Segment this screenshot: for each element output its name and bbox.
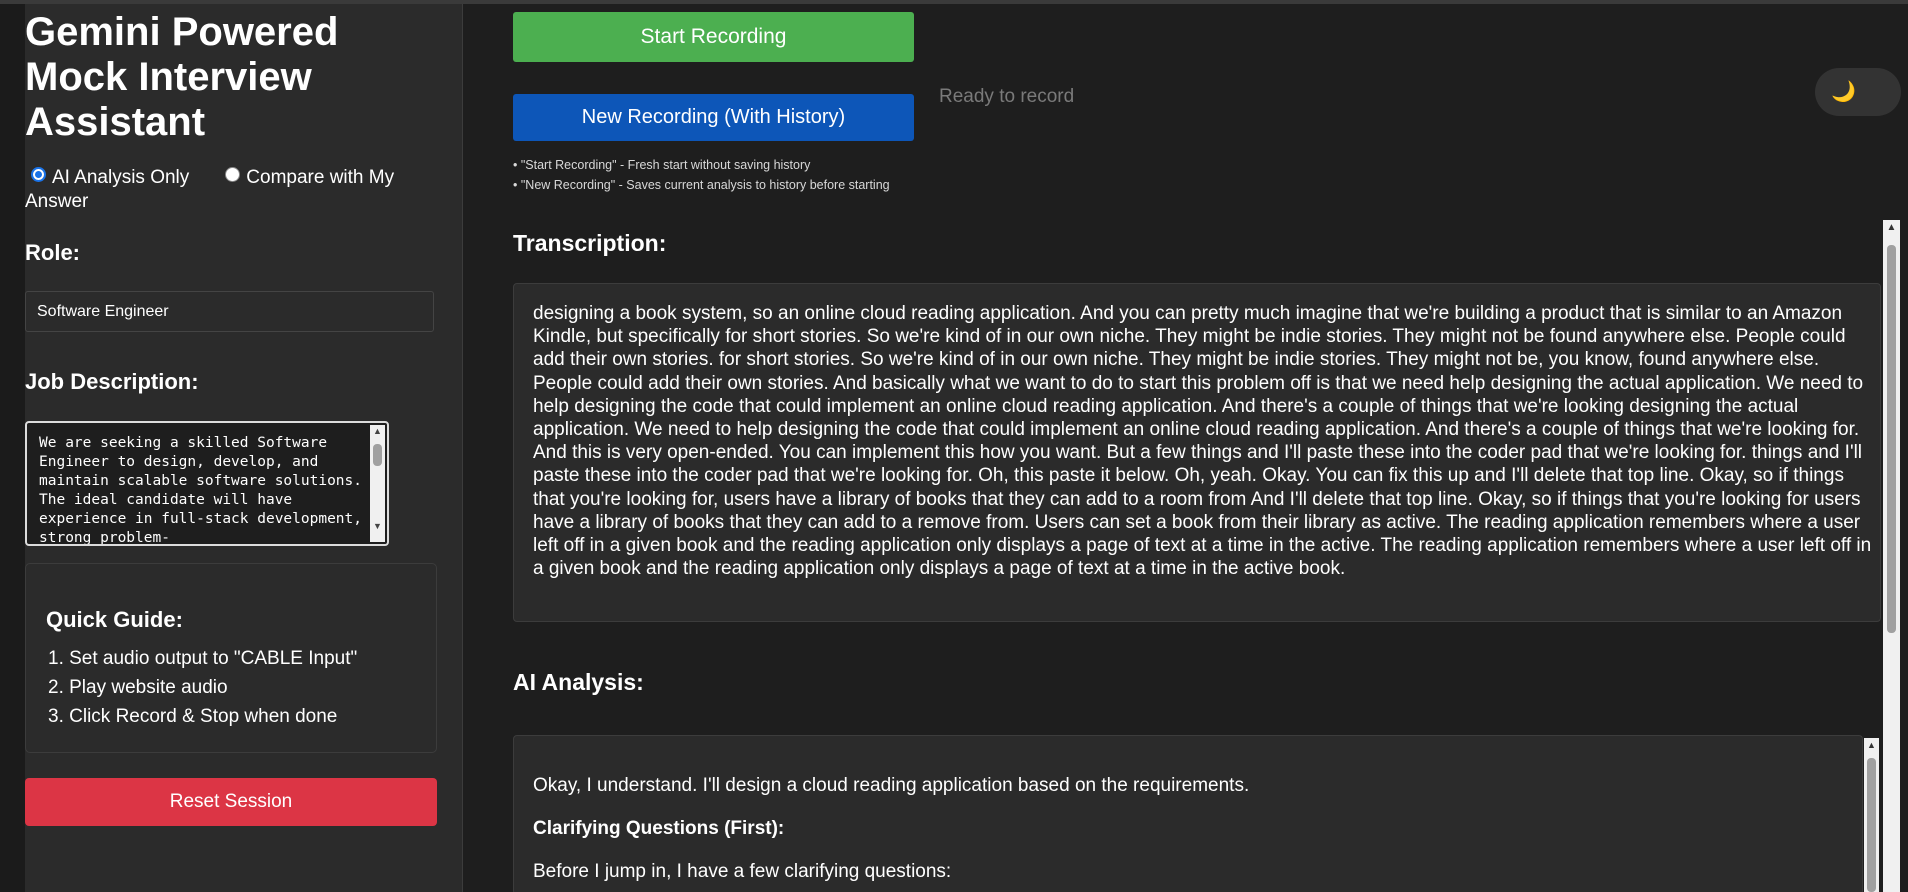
scroll-up-icon[interactable]: ▲ (1864, 740, 1879, 750)
guide-step: 2. Play website audio (48, 677, 228, 698)
radio-ai-analysis-label[interactable]: AI Analysis Only (52, 167, 189, 188)
analysis-lead: Before I jump in, I have a few clarifyin… (533, 861, 952, 882)
hint-start: • "Start Recording" - Fresh start withou… (513, 158, 811, 172)
scroll-thumb[interactable] (1867, 758, 1876, 892)
quick-guide: Quick Guide: 1. Set audio output to "CAB… (25, 563, 437, 753)
transcription-box: designing a book system, so an online cl… (513, 283, 1881, 622)
scroll-down-icon[interactable]: ▼ (370, 521, 385, 531)
scroll-thumb[interactable] (1887, 245, 1896, 633)
moon-icon: 🌙 (1831, 81, 1856, 103)
new-recording-button[interactable]: New Recording (With History) (513, 94, 914, 141)
main-scrollbar[interactable]: ▲ (1883, 220, 1900, 892)
job-description-text: We are seeking a skilled Software Engine… (39, 435, 371, 546)
analysis-box: Okay, I understand. I'll design a cloud … (513, 735, 1863, 892)
reset-session-button[interactable]: Reset Session (25, 778, 437, 826)
hint-new: • "New Recording" - Saves current analys… (513, 178, 890, 192)
theme-toggle[interactable]: 🌙 (1815, 68, 1901, 116)
radio-compare[interactable] (225, 167, 241, 182)
quick-guide-steps: 1. Set audio output to "CABLE Input" 2. … (48, 644, 357, 731)
left-edge (0, 4, 25, 892)
job-description-label: Job Description: (25, 369, 199, 394)
analysis-scrollbar[interactable]: ▲ (1864, 738, 1879, 892)
role-label: Role: (25, 240, 80, 265)
recording-status: Ready to record (939, 86, 1075, 107)
job-description-textarea[interactable]: We are seeking a skilled Software Engine… (25, 421, 389, 546)
start-recording-button[interactable]: Start Recording (513, 12, 914, 62)
job-description-scrollbar[interactable]: ▲ ▼ (370, 425, 385, 542)
analysis-heading: AI Analysis: (513, 669, 644, 695)
radio-ai-analysis[interactable] (31, 167, 46, 182)
role-input[interactable] (25, 291, 434, 332)
app-title: Gemini Powered Mock Interview Assistant (25, 10, 339, 144)
guide-step: 1. Set audio output to "CABLE Input" (48, 648, 358, 669)
guide-step: 3. Click Record & Stop when done (48, 706, 338, 727)
recording-hints: • "Start Recording" - Fresh start withou… (513, 155, 890, 195)
analysis-subheading: Clarifying Questions (First): (533, 818, 785, 839)
analysis-intro: Okay, I understand. I'll design a cloud … (533, 775, 1250, 796)
scroll-up-icon[interactable]: ▲ (1883, 222, 1900, 233)
scroll-thumb[interactable] (373, 444, 382, 466)
scroll-up-icon[interactable]: ▲ (370, 426, 385, 436)
quick-guide-title: Quick Guide: (46, 607, 183, 632)
transcription-heading: Transcription: (513, 230, 667, 256)
analysis-content: Okay, I understand. I'll design a cloud … (533, 774, 1833, 892)
mode-selector: AI Analysis Only Compare with My Answer (25, 166, 425, 214)
transcription-text: designing a book system, so an online cl… (533, 303, 1872, 580)
